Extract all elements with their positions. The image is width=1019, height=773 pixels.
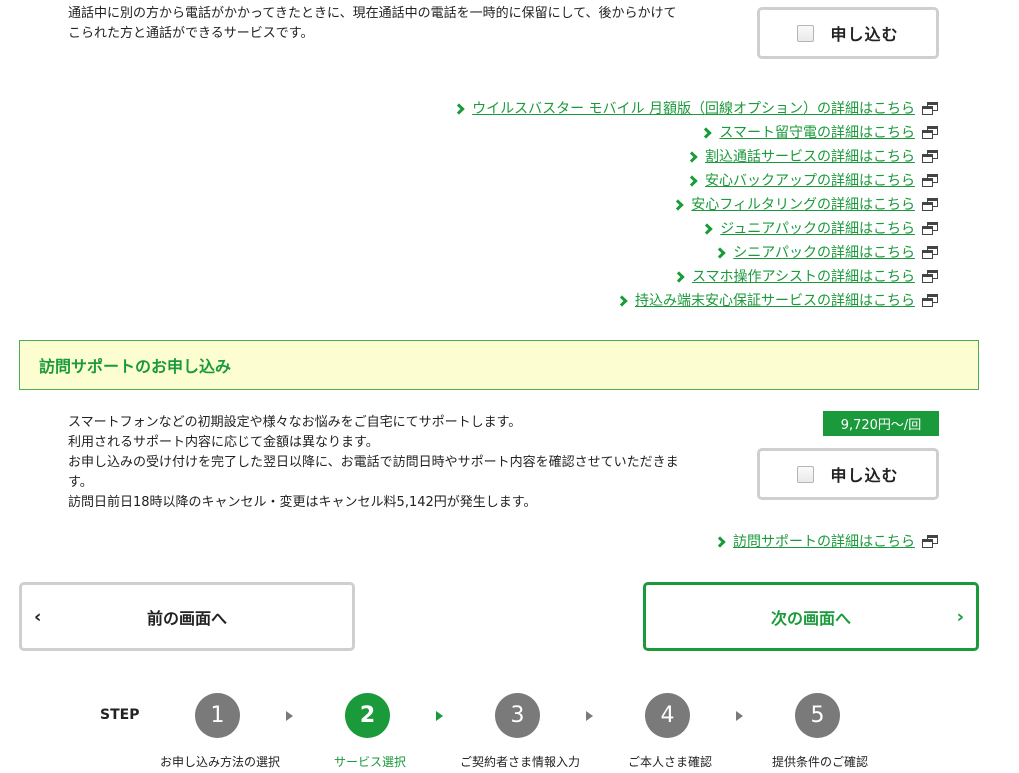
next-screen-label: 次の画面へ xyxy=(770,608,851,628)
step-4-name: ご本人さま確認 xyxy=(627,755,713,769)
chevron-left-icon: ‹ xyxy=(34,606,42,627)
step-5-circle: 5 xyxy=(795,693,840,738)
step-label: STEP xyxy=(100,707,140,723)
new-window-icon xyxy=(922,101,939,115)
visit-support-line: す。 xyxy=(68,475,93,490)
step-3-circle: 3 xyxy=(495,693,540,738)
chevron-right-icon xyxy=(616,294,628,307)
chevron-right-icon xyxy=(701,222,713,235)
step-2-circle: 2 xyxy=(345,693,390,738)
apply-label: 申し込む xyxy=(830,466,899,485)
new-window-icon xyxy=(922,293,939,307)
chevron-right-icon xyxy=(700,126,713,139)
new-window-icon xyxy=(922,269,939,283)
visit-support-description: スマートフォンなどの初期設定や様々なお悩みをご自宅にてサポートします。 利用され… xyxy=(68,413,738,513)
chevron-right-icon xyxy=(714,246,726,259)
new-window-icon xyxy=(922,125,939,139)
top-service-line: こられた方と通話ができるサービスです。 xyxy=(68,26,314,41)
visit-support-detail-row[interactable]: 訪問サポートの詳細はこちら xyxy=(714,529,939,553)
step-4-circle: 4 xyxy=(645,693,690,738)
step-2-name: サービス選択 xyxy=(333,755,407,769)
step-1-name: お申し込み方法の選択 xyxy=(159,755,281,769)
chevron-right-icon xyxy=(673,270,685,283)
chevron-right-icon xyxy=(714,535,726,548)
visit-support-apply-button[interactable]: 申し込む xyxy=(757,448,939,500)
step-1-circle: 1 xyxy=(195,693,240,738)
step-arrow-icon xyxy=(286,711,293,721)
detail-link-row[interactable]: ジュニアパックの詳細はこちら xyxy=(339,216,939,240)
step-arrow-icon xyxy=(436,711,443,721)
chevron-right-icon xyxy=(686,174,698,187)
apply-checkbox[interactable] xyxy=(797,24,815,42)
step-arrow-icon xyxy=(736,711,743,721)
detail-link-visit-support[interactable]: 訪問サポートの詳細はこちら xyxy=(733,531,915,551)
apply-checkbox[interactable] xyxy=(797,465,815,483)
detail-link-row[interactable]: スマート留守電の詳細はこちら xyxy=(339,120,939,144)
detail-link-junior-pack[interactable]: ジュニアパックの詳細はこちら xyxy=(720,218,915,238)
prev-screen-button[interactable]: ‹ 前の画面へ xyxy=(19,582,355,651)
top-service-line: 通話中に別の方から電話がかかってきたときに、現在通話中の電話を一時的に保留にして… xyxy=(68,6,677,21)
new-window-icon xyxy=(922,245,939,259)
prev-screen-label: 前の画面へ xyxy=(146,608,227,628)
detail-link-row[interactable]: 安心フィルタリングの詳細はこちら xyxy=(339,192,939,216)
top-service-description: 通話中に別の方から電話がかかってきたときに、現在通話中の電話を一時的に保留にして… xyxy=(68,4,738,44)
detail-link-call-waiting[interactable]: 割込通話サービスの詳細はこちら xyxy=(705,146,915,166)
chevron-right-icon xyxy=(686,150,698,163)
visit-support-line: お申し込みの受け付けを完了した翌日以降に、お電話で訪問日時やサポート内容を確認さ… xyxy=(68,455,679,470)
new-window-icon xyxy=(922,534,939,548)
detail-link-row[interactable]: 持込み端末安心保証サービスの詳細はこちら xyxy=(339,288,939,312)
visit-support-heading: 訪問サポートのお申し込み xyxy=(19,340,979,390)
new-window-icon xyxy=(922,149,939,163)
step-arrow-icon xyxy=(586,711,593,721)
section-title: 訪問サポートのお申し込み xyxy=(39,357,232,376)
detail-link-smart-voicemail[interactable]: スマート留守電の詳細はこちら xyxy=(719,122,915,142)
detail-link-filtering[interactable]: 安心フィルタリングの詳細はこちら xyxy=(691,194,915,214)
chevron-right-icon xyxy=(453,102,465,115)
detail-link-row[interactable]: シニアパックの詳細はこちら xyxy=(339,240,939,264)
price-badge: 9,720円～/回 xyxy=(823,411,939,436)
detail-link-smartphone-assist[interactable]: スマホ操作アシストの詳細はこちら xyxy=(692,266,915,286)
new-window-icon xyxy=(922,221,939,235)
visit-support-line: 訪問日前日18時以降のキャンセル・変更はキャンセル料5,142円が発生します。 xyxy=(68,495,537,510)
visit-support-line: スマートフォンなどの初期設定や様々なお悩みをご自宅にてサポートします。 xyxy=(68,415,522,430)
detail-link-row[interactable]: ウイルスバスター モバイル 月額版（回線オプション）の詳細はこちら xyxy=(339,96,939,120)
detail-link-row[interactable]: 割込通話サービスの詳細はこちら xyxy=(339,144,939,168)
detail-link-senior-pack[interactable]: シニアパックの詳細はこちら xyxy=(733,242,915,262)
detail-link-row[interactable]: スマホ操作アシストの詳細はこちら xyxy=(339,264,939,288)
detail-link-virusbuster[interactable]: ウイルスバスター モバイル 月額版（回線オプション）の詳細はこちら xyxy=(472,98,915,118)
visit-support-line: 利用されるサポート内容に応じて金額は異なります。 xyxy=(68,435,379,450)
detail-link-device-warranty[interactable]: 持込み端末安心保証サービスの詳細はこちら xyxy=(635,290,915,310)
apply-label: 申し込む xyxy=(830,25,899,44)
detail-link-backup[interactable]: 安心バックアップの詳細はこちら xyxy=(705,170,915,190)
step-5-name: 提供条件のご確認 xyxy=(771,755,869,769)
chevron-right-icon xyxy=(672,198,684,211)
new-window-icon xyxy=(922,197,939,211)
next-screen-button[interactable]: 次の画面へ › xyxy=(643,582,979,651)
detail-links-list: ウイルスバスター モバイル 月額版（回線オプション）の詳細はこちら スマート留守… xyxy=(339,96,939,312)
detail-link-row[interactable]: 安心バックアップの詳細はこちら xyxy=(339,168,939,192)
top-service-apply-button[interactable]: 申し込む xyxy=(757,7,939,59)
step-3-name: ご契約者さま情報入力 xyxy=(459,755,581,769)
new-window-icon xyxy=(922,173,939,187)
chevron-right-icon: › xyxy=(956,606,964,627)
